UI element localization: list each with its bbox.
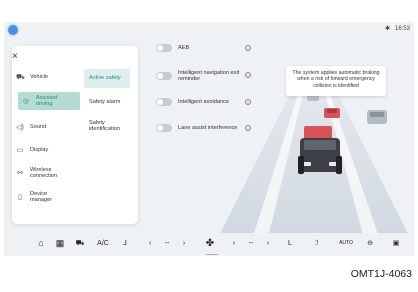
device-icon: ▯ [18,194,22,202]
seat-ventilation-icon[interactable]: ℐ [312,234,322,252]
sidebar-item-assisted-driving[interactable]: ◎ Assisted driving [18,92,80,110]
apps-grid-icon[interactable]: ▦ [54,234,66,252]
speaker-icon: ◁) [16,124,24,131]
temp-right-value: -- [248,239,254,247]
feature-row-lane-assist: Lane assist interference [156,124,237,132]
fan-icon[interactable]: ✤ [203,234,217,252]
seat-heat-right-icon[interactable]: L [285,234,295,252]
aeb-toggle[interactable] [156,44,172,52]
subitem-safety-alarm[interactable]: Safety alarm [89,99,120,105]
sidebar-item-wireless[interactable]: ⚯ Wireless connection [16,167,66,179]
aeb-info-icon[interactable]: i [245,45,251,51]
lane-assist-toggle[interactable] [156,124,172,132]
temp-left-increase[interactable]: › [180,234,188,252]
seat-heat-left-icon[interactable]: ⅃ [120,234,130,252]
clock: 16:53 [394,25,410,32]
recirculation-icon[interactable]: ⊖ [364,234,376,252]
aeb-info-tooltip: The system applies automatic braking whe… [286,66,386,96]
car-settings-icon[interactable]: ⛟ [74,234,86,252]
car-side-right [367,110,387,124]
feature-row-avoidance: Intelligent avoidance [156,98,229,106]
close-button[interactable]: × [12,52,18,62]
figure-caption: OMT1J-4063 [350,268,412,280]
temp-right-increase[interactable]: › [264,234,272,252]
app-indicator-icon[interactable] [8,25,18,35]
nav-exit-toggle[interactable] [156,72,172,81]
bluetooth-icon: ✱ [384,26,390,32]
subitem-safety-identification[interactable]: Safety identification [89,120,129,133]
fan-level-indicator [206,254,218,255]
sidebar-item-display[interactable]: ▭ Display [16,146,49,154]
car-icon: ⛟ [16,74,25,81]
auto-button[interactable]: AUTO [336,234,356,252]
status-bar: ✱ 16:53 [384,25,410,33]
feature-row-aeb: AEB [156,44,189,52]
feature-row-nav-exit: Intelligent navigation exit reminder [156,70,240,83]
temp-right-decrease[interactable]: ‹ [230,234,238,252]
lane-assist-info-icon[interactable]: i [245,125,251,131]
subitem-active-safety[interactable]: Active safety [84,69,130,88]
steering-icon: ◎ [22,98,30,105]
sidebar-item-device-manager[interactable]: ▯ Device manager [16,191,66,203]
nav-exit-info-icon[interactable]: i [245,72,251,78]
avoidance-info-icon[interactable]: i [245,99,251,105]
monitor-icon: ▭ [16,147,24,154]
defrost-icon[interactable]: ▣ [390,234,402,252]
temp-left-decrease[interactable]: ‹ [146,234,154,252]
car-ahead-red [324,108,340,118]
link-icon: ⚯ [17,170,23,178]
sidebar-item-sound[interactable]: ◁) Sound [16,123,46,131]
home-icon[interactable]: ⌂ [35,234,47,252]
avoidance-toggle[interactable] [156,98,172,106]
temp-left-value: -- [164,239,170,247]
ac-button[interactable]: A/C [94,234,112,252]
road-scene-illustration [214,82,414,246]
sidebar-item-vehicle[interactable]: ⛟ Vehicle [16,73,48,82]
